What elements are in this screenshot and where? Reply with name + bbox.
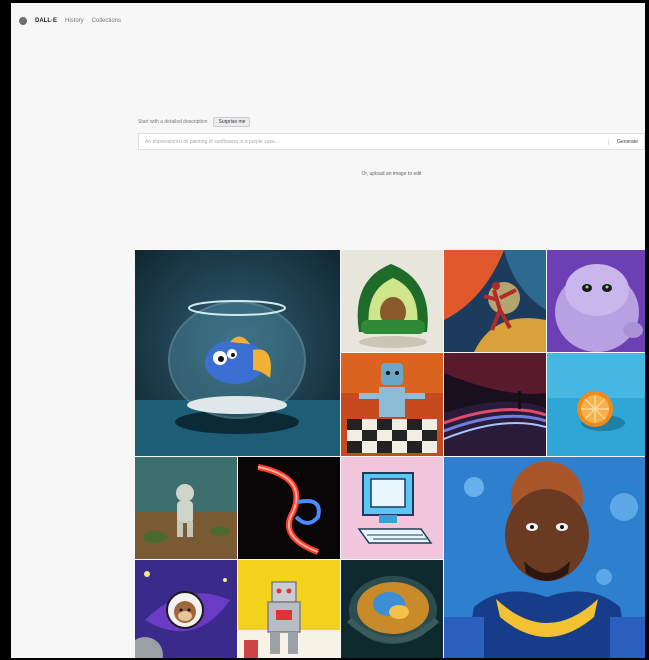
image-gallery <box>135 250 645 658</box>
prompt-input[interactable]: An Impressionist oil painting of sunflow… <box>138 133 645 150</box>
openai-logo-icon[interactable] <box>19 17 27 25</box>
gallery-image-light-trails[interactable] <box>444 353 546 456</box>
gallery-image-retro-computer[interactable] <box>341 457 443 559</box>
page: DALL·E History Collections Start with a … <box>11 3 645 658</box>
prompt-area: Start with a detailed description Surpri… <box>138 117 645 177</box>
gallery-image-neon-sculpture[interactable] <box>238 457 340 559</box>
gallery-image-monkey-astronaut[interactable] <box>135 560 237 658</box>
prompt-intro-row: Start with a detailed description Surpri… <box>138 117 645 127</box>
gallery-image-football-player[interactable] <box>444 457 645 658</box>
nav-link-collections[interactable]: Collections <box>92 18 121 24</box>
top-nav: DALL·E History Collections <box>11 3 645 39</box>
gallery-image-astronaut-desert[interactable] <box>135 457 237 559</box>
gallery-image-toy-robot[interactable] <box>238 560 340 658</box>
generate-button[interactable]: Generate <box>608 138 638 145</box>
gallery-image-robot-chess[interactable] <box>341 353 443 456</box>
gallery-image-soup-bowl[interactable] <box>341 560 443 658</box>
prompt-placeholder: An Impressionist oil painting of sunflow… <box>145 138 279 145</box>
nav-link-history[interactable]: History <box>65 18 84 24</box>
surprise-me-button[interactable]: Surprise me <box>213 117 251 127</box>
brand-link[interactable]: DALL·E <box>35 18 57 24</box>
prompt-intro-text: Start with a detailed description <box>138 119 208 125</box>
gallery-image-purple-monster[interactable] <box>547 250 645 352</box>
gallery-image-avocado-chair[interactable] <box>341 250 443 352</box>
gallery-image-orange[interactable] <box>547 353 645 456</box>
gallery-image-fishbowl[interactable] <box>135 250 340 456</box>
gallery-image-cosmic-dancer[interactable] <box>444 250 546 352</box>
upload-image-link[interactable]: Or, upload an image to edit <box>138 171 645 177</box>
